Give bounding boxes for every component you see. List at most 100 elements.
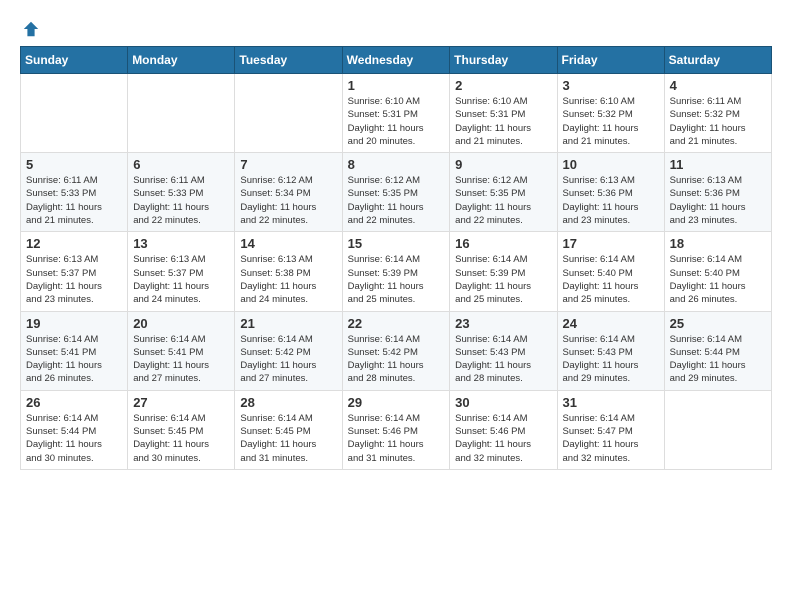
day-info: Sunrise: 6:14 AM Sunset: 5:40 PM Dayligh… bbox=[670, 253, 766, 306]
day-number: 9 bbox=[455, 157, 551, 172]
calendar-cell: 24Sunrise: 6:14 AM Sunset: 5:43 PM Dayli… bbox=[557, 311, 664, 390]
day-info: Sunrise: 6:14 AM Sunset: 5:44 PM Dayligh… bbox=[670, 333, 766, 386]
day-info: Sunrise: 6:13 AM Sunset: 5:36 PM Dayligh… bbox=[670, 174, 766, 227]
calendar-cell: 30 Sunrise: 6:14 AM Sunset: 5:46 PM Dayli… bbox=[450, 390, 557, 469]
weekday-header-sunday: Sunday bbox=[21, 47, 128, 74]
day-info: Sunrise: 6:13 AM Sunset: 5:36 PM Dayligh… bbox=[563, 174, 659, 227]
calendar-week-4: 19 Sunrise: 6:14 AM Sunset: 5:41 PM Dayli… bbox=[21, 311, 772, 390]
day-number: 14 bbox=[240, 236, 336, 251]
calendar-cell: 15Sunrise: 6:14 AM Sunset: 5:39 PM Dayli… bbox=[342, 232, 450, 311]
day-info: Sunrise: 6:12 AM Sunset: 5:35 PM Dayligh… bbox=[455, 174, 551, 227]
day-number: 27 bbox=[133, 395, 229, 410]
calendar-cell bbox=[128, 74, 235, 153]
calendar-cell: 19Sunrise: 6:14 AM Sunset: 5:41 PM Dayli… bbox=[21, 311, 128, 390]
calendar-cell: 9 Sunrise: 6:12 AM Sunset: 5:35 PM Daylig… bbox=[450, 153, 557, 232]
day-number: 1 bbox=[348, 78, 445, 93]
day-number: 25 bbox=[670, 316, 766, 331]
calendar-table: SundayMondayTuesdayWednesdayThursdayFrid… bbox=[20, 46, 772, 470]
calendar-cell bbox=[21, 74, 128, 153]
calendar-week-5: 26 Sunrise: 6:14 AM Sunset: 5:44 PM Dayli… bbox=[21, 390, 772, 469]
calendar-cell: 8Sunrise: 6:12 AM Sunset: 5:35 PM Daylig… bbox=[342, 153, 450, 232]
calendar-cell: 14 Sunrise: 6:13 AM Sunset: 5:38 PM Dayli… bbox=[235, 232, 342, 311]
calendar-cell: 22Sunrise: 6:14 AM Sunset: 5:42 PM Dayli… bbox=[342, 311, 450, 390]
calendar-cell bbox=[235, 74, 342, 153]
day-info: Sunrise: 6:10 AM Sunset: 5:31 PM Dayligh… bbox=[348, 95, 445, 148]
calendar-cell: 2Sunrise: 6:10 AM Sunset: 5:31 PM Daylig… bbox=[450, 74, 557, 153]
day-number: 30 bbox=[455, 395, 551, 410]
day-info: Sunrise: 6:14 AM Sunset: 5:43 PM Dayligh… bbox=[563, 333, 659, 386]
calendar-cell: 5 Sunrise: 6:11 AM Sunset: 5:33 PM Daylig… bbox=[21, 153, 128, 232]
day-info: Sunrise: 6:14 AM Sunset: 5:42 PM Dayligh… bbox=[348, 333, 445, 386]
day-number: 19 bbox=[26, 316, 122, 331]
day-info: Sunrise: 6:14 AM Sunset: 5:46 PM Dayligh… bbox=[348, 412, 445, 465]
day-number: 6 bbox=[133, 157, 229, 172]
day-number: 3 bbox=[563, 78, 659, 93]
day-number: 17 bbox=[563, 236, 659, 251]
day-info: Sunrise: 6:14 AM Sunset: 5:44 PM Dayligh… bbox=[26, 412, 122, 465]
calendar-cell: 11 Sunrise: 6:13 AM Sunset: 5:36 PM Dayli… bbox=[664, 153, 771, 232]
page-header bbox=[20, 20, 772, 36]
day-number: 21 bbox=[240, 316, 336, 331]
calendar-cell: 29 Sunrise: 6:14 AM Sunset: 5:46 PM Dayli… bbox=[342, 390, 450, 469]
day-info: Sunrise: 6:14 AM Sunset: 5:45 PM Dayligh… bbox=[240, 412, 336, 465]
calendar-cell: 26 Sunrise: 6:14 AM Sunset: 5:44 PM Dayli… bbox=[21, 390, 128, 469]
calendar-cell bbox=[664, 390, 771, 469]
weekday-header-thursday: Thursday bbox=[450, 47, 557, 74]
calendar-cell: 21 Sunrise: 6:14 AM Sunset: 5:42 PM Dayli… bbox=[235, 311, 342, 390]
calendar-cell: 6 Sunrise: 6:11 AM Sunset: 5:33 PM Daylig… bbox=[128, 153, 235, 232]
calendar-cell: 27 Sunrise: 6:14 AM Sunset: 5:45 PM Dayli… bbox=[128, 390, 235, 469]
weekday-header-tuesday: Tuesday bbox=[235, 47, 342, 74]
calendar-week-1: 1 Sunrise: 6:10 AM Sunset: 5:31 PM Daylig… bbox=[21, 74, 772, 153]
day-number: 12 bbox=[26, 236, 122, 251]
calendar-cell: 1 Sunrise: 6:10 AM Sunset: 5:31 PM Daylig… bbox=[342, 74, 450, 153]
day-number: 7 bbox=[240, 157, 336, 172]
day-number: 18 bbox=[670, 236, 766, 251]
calendar-cell: 12 Sunrise: 6:13 AM Sunset: 5:37 PM Dayli… bbox=[21, 232, 128, 311]
day-number: 29 bbox=[348, 395, 445, 410]
calendar-cell: 17Sunrise: 6:14 AM Sunset: 5:40 PM Dayli… bbox=[557, 232, 664, 311]
day-number: 16 bbox=[455, 236, 551, 251]
day-number: 11 bbox=[670, 157, 766, 172]
weekday-header-saturday: Saturday bbox=[664, 47, 771, 74]
calendar-week-3: 12 Sunrise: 6:13 AM Sunset: 5:37 PM Dayli… bbox=[21, 232, 772, 311]
day-info: Sunrise: 6:11 AM Sunset: 5:33 PM Dayligh… bbox=[133, 174, 229, 227]
day-info: Sunrise: 6:13 AM Sunset: 5:37 PM Dayligh… bbox=[26, 253, 122, 306]
day-number: 15 bbox=[348, 236, 445, 251]
calendar-header-row: SundayMondayTuesdayWednesdayThursdayFrid… bbox=[21, 47, 772, 74]
calendar-cell: 28Sunrise: 6:14 AM Sunset: 5:45 PM Dayli… bbox=[235, 390, 342, 469]
logo-icon bbox=[22, 20, 40, 38]
day-number: 31 bbox=[563, 395, 659, 410]
calendar-cell: 10 Sunrise: 6:13 AM Sunset: 5:36 PM Dayli… bbox=[557, 153, 664, 232]
calendar-cell: 31 Sunrise: 6:14 AM Sunset: 5:47 PM Dayli… bbox=[557, 390, 664, 469]
day-number: 13 bbox=[133, 236, 229, 251]
day-info: Sunrise: 6:14 AM Sunset: 5:43 PM Dayligh… bbox=[455, 333, 551, 386]
weekday-header-wednesday: Wednesday bbox=[342, 47, 450, 74]
day-number: 20 bbox=[133, 316, 229, 331]
day-info: Sunrise: 6:14 AM Sunset: 5:42 PM Dayligh… bbox=[240, 333, 336, 386]
day-number: 4 bbox=[670, 78, 766, 93]
day-number: 10 bbox=[563, 157, 659, 172]
day-info: Sunrise: 6:14 AM Sunset: 5:47 PM Dayligh… bbox=[563, 412, 659, 465]
calendar-cell: 16 Sunrise: 6:14 AM Sunset: 5:39 PM Dayli… bbox=[450, 232, 557, 311]
calendar-cell: 20 Sunrise: 6:14 AM Sunset: 5:41 PM Dayli… bbox=[128, 311, 235, 390]
weekday-header-monday: Monday bbox=[128, 47, 235, 74]
calendar-cell: 13Sunrise: 6:13 AM Sunset: 5:37 PM Dayli… bbox=[128, 232, 235, 311]
day-info: Sunrise: 6:11 AM Sunset: 5:32 PM Dayligh… bbox=[670, 95, 766, 148]
day-number: 5 bbox=[26, 157, 122, 172]
day-info: Sunrise: 6:14 AM Sunset: 5:46 PM Dayligh… bbox=[455, 412, 551, 465]
day-info: Sunrise: 6:12 AM Sunset: 5:35 PM Dayligh… bbox=[348, 174, 445, 227]
calendar-cell: 25 Sunrise: 6:14 AM Sunset: 5:44 PM Dayli… bbox=[664, 311, 771, 390]
day-info: Sunrise: 6:14 AM Sunset: 5:39 PM Dayligh… bbox=[455, 253, 551, 306]
day-info: Sunrise: 6:14 AM Sunset: 5:45 PM Dayligh… bbox=[133, 412, 229, 465]
day-info: Sunrise: 6:12 AM Sunset: 5:34 PM Dayligh… bbox=[240, 174, 336, 227]
calendar-cell: 3 Sunrise: 6:10 AM Sunset: 5:32 PM Daylig… bbox=[557, 74, 664, 153]
day-info: Sunrise: 6:13 AM Sunset: 5:38 PM Dayligh… bbox=[240, 253, 336, 306]
day-info: Sunrise: 6:10 AM Sunset: 5:31 PM Dayligh… bbox=[455, 95, 551, 148]
calendar-week-2: 5 Sunrise: 6:11 AM Sunset: 5:33 PM Daylig… bbox=[21, 153, 772, 232]
day-info: Sunrise: 6:14 AM Sunset: 5:41 PM Dayligh… bbox=[133, 333, 229, 386]
calendar-cell: 23 Sunrise: 6:14 AM Sunset: 5:43 PM Dayli… bbox=[450, 311, 557, 390]
day-number: 23 bbox=[455, 316, 551, 331]
day-info: Sunrise: 6:11 AM Sunset: 5:33 PM Dayligh… bbox=[26, 174, 122, 227]
day-info: Sunrise: 6:10 AM Sunset: 5:32 PM Dayligh… bbox=[563, 95, 659, 148]
day-number: 26 bbox=[26, 395, 122, 410]
